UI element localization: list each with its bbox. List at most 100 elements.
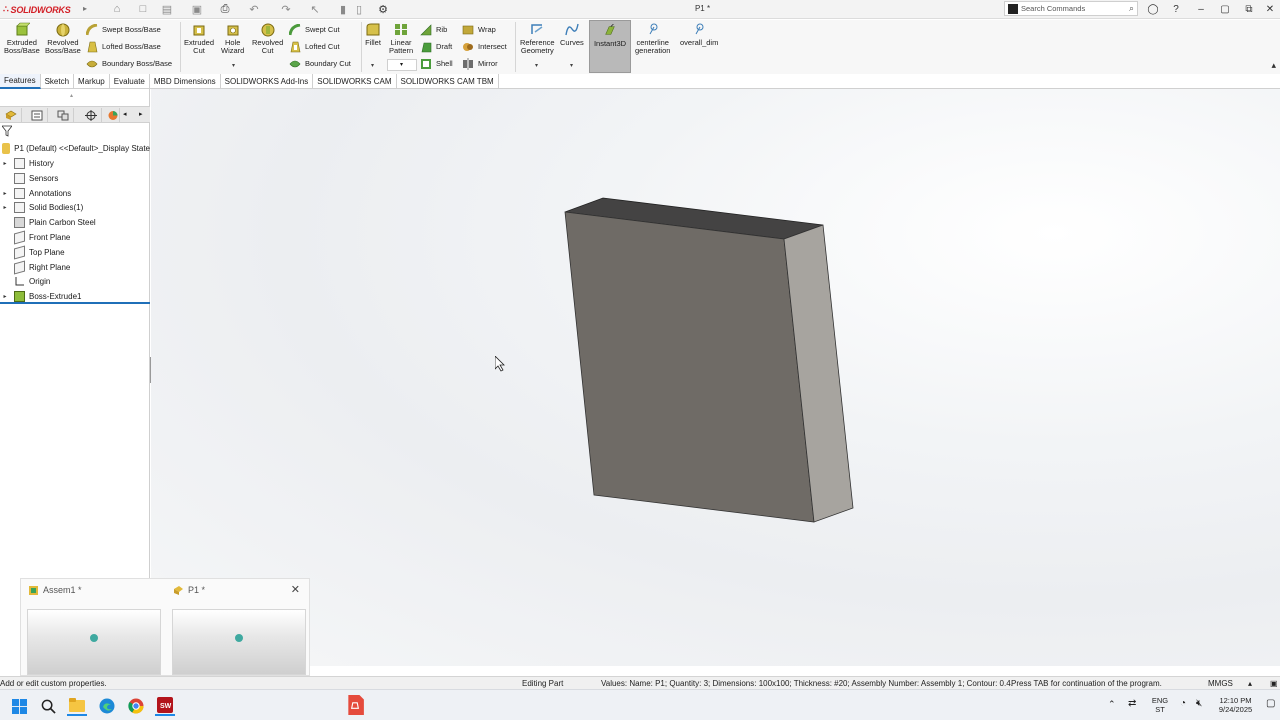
- boundary-cut-button[interactable]: Boundary Cut: [289, 57, 351, 70]
- file-explorer-icon[interactable]: [67, 696, 87, 716]
- file-properties-icon[interactable]: ▯: [352, 2, 366, 16]
- clock[interactable]: 12:10 PM 9/24/2025: [1213, 696, 1258, 714]
- tree-root-part[interactable]: P1 (Default) <<Default>_Display State: [0, 141, 150, 155]
- home-icon[interactable]: ⌂: [110, 2, 124, 16]
- language-indicator[interactable]: ENG ST: [1150, 696, 1170, 714]
- search-commands-box[interactable]: Search Commands ⌕: [1004, 1, 1138, 16]
- network-sync-icon[interactable]: ⇄: [1128, 699, 1136, 709]
- linear-pattern-dropdown[interactable]: ▾: [387, 59, 417, 71]
- draft-button[interactable]: Draft: [420, 40, 452, 53]
- part-model[interactable]: [151, 89, 1280, 666]
- select-icon[interactable]: ↖: [308, 2, 322, 16]
- fillet-button[interactable]: Fillet: [365, 22, 381, 47]
- expand-icon[interactable]: ▸: [0, 204, 10, 211]
- rebuild-icon[interactable]: ▮: [336, 2, 350, 16]
- curves-dropdown-icon[interactable]: ▾: [570, 62, 573, 69]
- unit-system-selector[interactable]: MMGS: [1208, 679, 1233, 688]
- expand-icon[interactable]: ▸: [0, 190, 10, 197]
- solidworks-logo[interactable]: ∴ SOLIDWORKS: [3, 3, 71, 16]
- swept-boss-button[interactable]: Swept Boss/Base: [86, 23, 161, 36]
- expand-icon[interactable]: ▸: [0, 160, 10, 167]
- tab-solidworks-cam-tbm[interactable]: SOLIDWORKS CAM TBM: [397, 74, 499, 89]
- status-bar-toggle-icon[interactable]: ▣: [1270, 679, 1278, 688]
- new-document-icon[interactable]: □: [136, 2, 150, 16]
- reference-geometry-dropdown-icon[interactable]: ▾: [535, 62, 538, 69]
- thumbnail-assem1[interactable]: Assem1 *: [21, 579, 161, 677]
- instant3d-button[interactable]: Instant3D: [589, 20, 631, 73]
- minimize-icon[interactable]: –: [1193, 2, 1209, 16]
- property-manager-tab[interactable]: [26, 108, 48, 122]
- overall-dim-button[interactable]: overall_dim: [680, 22, 718, 47]
- user-account-icon[interactable]: ◯: [1145, 2, 1161, 16]
- restore-icon[interactable]: ▢: [1217, 2, 1233, 16]
- pdf-viewer-icon[interactable]: [344, 692, 366, 718]
- intersect-button[interactable]: Intersect: [462, 40, 507, 53]
- configuration-manager-tab[interactable]: [52, 108, 74, 122]
- tab-scroll-right-icon[interactable]: ▸: [139, 110, 143, 118]
- tab-solidworks-cam[interactable]: SOLIDWORKS CAM: [313, 74, 397, 89]
- boundary-boss-button[interactable]: Boundary Boss/Base: [86, 57, 172, 70]
- display-manager-tab[interactable]: [106, 108, 120, 122]
- chrome-browser-icon[interactable]: [126, 696, 146, 716]
- edge-browser-icon[interactable]: [97, 696, 117, 716]
- part-front-face[interactable]: [564, 211, 815, 523]
- options-gear-icon[interactable]: ⚙: [376, 2, 390, 16]
- feature-manager-tab[interactable]: [0, 108, 22, 122]
- help-icon[interactable]: ?: [1168, 2, 1184, 16]
- tree-item-right-plane[interactable]: Right Plane: [0, 260, 150, 274]
- notifications-icon[interactable]: ▢: [1266, 699, 1275, 709]
- save-icon[interactable]: ▣: [190, 2, 204, 16]
- wrap-button[interactable]: Wrap: [462, 23, 496, 36]
- lofted-cut-button[interactable]: Lofted Cut: [289, 40, 340, 53]
- wifi-icon[interactable]: ◔: [1180, 699, 1186, 709]
- volume-muted-icon[interactable]: 🔇︎: [1196, 699, 1202, 709]
- fillet-dropdown-icon[interactable]: ▾: [371, 62, 374, 69]
- tab-markup[interactable]: Markup: [74, 74, 110, 89]
- units-dropdown-icon[interactable]: ▴: [1248, 679, 1252, 688]
- hole-wizard-button[interactable]: Hole Wizard: [221, 22, 244, 55]
- search-input[interactable]: Search Commands: [1021, 4, 1129, 13]
- undo-icon[interactable]: ↶: [247, 2, 261, 16]
- revolved-cut-button[interactable]: Revolved Cut: [252, 22, 283, 55]
- hole-wizard-dropdown-icon[interactable]: ▾: [232, 62, 235, 69]
- tree-item-history[interactable]: ▸ History: [0, 156, 150, 170]
- redo-icon[interactable]: ↷: [279, 2, 293, 16]
- lofted-boss-button[interactable]: Lofted Boss/Base: [86, 40, 161, 53]
- linear-pattern-button[interactable]: Linear Pattern: [389, 22, 413, 55]
- extruded-boss-button[interactable]: Extruded Boss/Base: [4, 22, 40, 55]
- tree-item-boss-extrude1[interactable]: ▸ Boss-Extrude1: [0, 289, 150, 303]
- reference-geometry-button[interactable]: Reference Geometry: [520, 22, 555, 55]
- rollback-bar[interactable]: [0, 302, 150, 304]
- search-icon[interactable]: ⌕: [1129, 3, 1134, 14]
- collapse-ribbon-icon[interactable]: ▴: [1271, 60, 1276, 71]
- tile-icon[interactable]: ⧉: [1241, 2, 1257, 16]
- filter-icon[interactable]: [2, 125, 12, 137]
- open-document-icon[interactable]: ▤: [160, 2, 174, 16]
- tab-features[interactable]: Features: [0, 74, 41, 89]
- curves-button[interactable]: Curves: [560, 22, 584, 47]
- tab-scroll-left-icon[interactable]: ◂: [123, 110, 127, 118]
- panel-grip-icon[interactable]: ▴: [70, 92, 73, 99]
- tree-item-front-plane[interactable]: Front Plane: [0, 230, 150, 244]
- tree-item-origin[interactable]: Origin: [0, 274, 150, 288]
- tab-solidworks-add-ins[interactable]: SOLIDWORKS Add-Ins: [221, 74, 314, 89]
- tab-evaluate[interactable]: Evaluate: [110, 74, 150, 89]
- rib-button[interactable]: Rib: [420, 23, 447, 36]
- tab-mbd-dimensions[interactable]: MBD Dimensions: [150, 74, 221, 89]
- dimxpert-manager-tab[interactable]: [80, 108, 102, 122]
- menu-expand-icon[interactable]: ▸: [83, 4, 87, 13]
- close-icon[interactable]: ✕: [1262, 2, 1278, 16]
- graphics-area[interactable]: [151, 89, 1280, 666]
- windows-start-icon[interactable]: [9, 696, 29, 716]
- mirror-button[interactable]: Mirror: [462, 57, 498, 70]
- taskbar-search-icon[interactable]: [38, 696, 58, 716]
- expand-icon[interactable]: ▸: [0, 293, 10, 300]
- tab-sketch[interactable]: Sketch: [41, 74, 75, 89]
- show-hidden-icons[interactable]: ⌃: [1108, 700, 1116, 709]
- swept-cut-button[interactable]: Swept Cut: [289, 23, 340, 36]
- shell-button[interactable]: Shell: [420, 57, 453, 70]
- print-icon[interactable]: ⎙: [218, 2, 232, 16]
- extruded-cut-button[interactable]: Extruded Cut: [184, 22, 214, 55]
- tree-item-material[interactable]: Plain Carbon Steel: [0, 215, 150, 229]
- tree-item-solid-bodies[interactable]: ▸ Solid Bodies(1): [0, 200, 150, 214]
